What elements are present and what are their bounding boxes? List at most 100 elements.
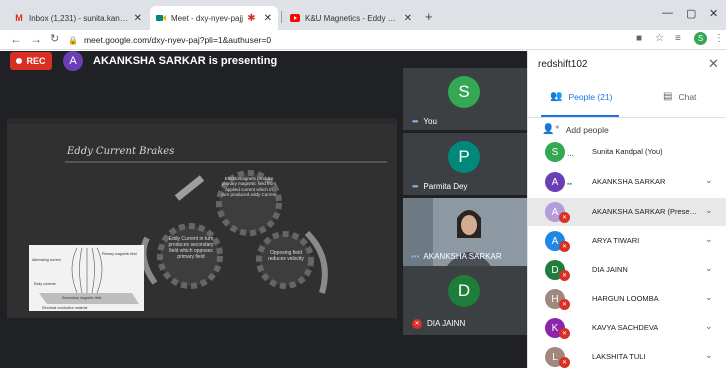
tab-people[interactable]: 👥 People (21) xyxy=(550,91,612,102)
url-text: meet.google.com/dxy-nyev-paj?pli=1&authu… xyxy=(83,35,272,45)
chevron-down-icon[interactable]: ⌄ xyxy=(705,205,713,216)
close-tab-icon[interactable]: ✕ xyxy=(264,13,272,24)
audio-level-icon: … xyxy=(567,151,574,158)
chevron-down-icon[interactable]: ⌄ xyxy=(705,175,713,186)
diagram-label-alternating: Alternating current xyxy=(32,258,61,262)
people-panel: redshift102 ✕ 👥 People (21) ▤ Chat 👤⁺ Ad… xyxy=(527,51,726,368)
participant-row[interactable]: D ✕ DIA JAINN ⌄ xyxy=(528,258,726,282)
avatar: P xyxy=(448,141,480,173)
recording-indicator-icon: ✱ xyxy=(247,12,256,24)
add-person-icon: 👤⁺ xyxy=(542,124,560,135)
meeting-code: redshift102 xyxy=(538,59,588,70)
tile-name: AKANKSHA SARKAR xyxy=(423,252,502,261)
mic-off-icon: ✕ xyxy=(559,328,570,339)
tab-label: Inbox (1,231) - sunita.kandpal@ xyxy=(29,13,130,23)
mic-off-icon: ✕ xyxy=(559,357,570,368)
participant-row[interactable]: L ✕ LAKSHITA TULI ⌄ xyxy=(528,345,726,368)
restore-button[interactable]: ▢ xyxy=(686,7,696,20)
diagram-label-eddy: Eddy currents xyxy=(34,282,56,286)
tile-name: You xyxy=(423,117,437,126)
chevron-down-icon[interactable]: ⌄ xyxy=(705,292,713,303)
mic-off-icon: ✕ xyxy=(559,270,570,281)
address-bar-row: ← → ↻ 🔒 meet.google.com/dxy-nyev-paj?pli… xyxy=(0,30,726,50)
tile-name: Parmita Dey xyxy=(423,182,468,191)
reload-icon[interactable]: ↻ xyxy=(50,32,59,45)
participant-name: HARGUN LOOMBA xyxy=(592,294,659,303)
participant-row[interactable]: A ✕ AKANKSHA SARKAR (Presenta... ⌄ xyxy=(528,198,726,226)
participant-name: KAVYA SACHDEVA xyxy=(592,323,659,332)
url-field[interactable]: 🔒 meet.google.com/dxy-nyev-paj?pli=1&aut… xyxy=(68,32,628,48)
chevron-down-icon[interactable]: ⌄ xyxy=(705,321,713,332)
participant-name: AKANKSHA SARKAR xyxy=(592,177,666,186)
audio-level-icon: ••• xyxy=(412,117,418,126)
participant-tile-you[interactable]: S ••• You xyxy=(403,68,527,130)
youtube-icon xyxy=(290,13,300,23)
diagram-label-conductor: Electrical conductive material xyxy=(42,306,88,310)
speaking-icon: ▪▪ xyxy=(567,181,572,188)
back-icon[interactable]: ← xyxy=(10,32,22,46)
close-panel-icon[interactable]: ✕ xyxy=(708,56,719,72)
recording-badge: REC xyxy=(10,52,52,70)
participant-tile-parmita[interactable]: P ••• Parmita Dey xyxy=(403,133,527,195)
meet-icon xyxy=(156,13,166,23)
close-window-button[interactable]: ✕ xyxy=(709,7,718,20)
screen: M Inbox (1,231) - sunita.kandpal@ ✕ Meet… xyxy=(0,0,726,368)
participant-name: Sunita Kandpal (You) xyxy=(592,147,663,156)
tab-divider xyxy=(281,11,282,23)
avatar: A xyxy=(545,172,565,192)
diagram-label-primary: Primary magnetic field xyxy=(102,252,137,256)
avatar: S xyxy=(448,76,480,108)
participant-row[interactable]: A ✕ ARYA TIWARI ⌄ xyxy=(528,229,726,253)
gear-text-top: Electromagnets produce primary magnetic … xyxy=(221,176,277,198)
tab-label: Meet - dxy-nyev-pajj xyxy=(171,13,244,23)
participant-row[interactable]: A ▪▪ AKANKSHA SARKAR ⌄ xyxy=(528,170,726,194)
presented-slide: Eddy Current Brakes Electromagnets produ… xyxy=(7,118,397,318)
avatar: D xyxy=(448,275,480,307)
profile-avatar[interactable]: S xyxy=(694,32,707,45)
camera-in-use-icon[interactable]: ■ xyxy=(636,33,642,44)
tab-youtube[interactable]: K&U Magnetics - Eddy Current D ✕ xyxy=(284,6,418,30)
gear-text-right: Opposing field reduces velocity xyxy=(268,250,304,262)
chevron-down-icon[interactable]: ⌄ xyxy=(705,263,713,274)
participant-name: AKANKSHA SARKAR (Presenta... xyxy=(592,207,700,216)
slide-title: Eddy Current Brakes xyxy=(66,146,174,157)
bookmark-star-icon[interactable]: ☆ xyxy=(655,33,664,44)
record-dot-icon xyxy=(16,58,23,64)
participant-row[interactable]: K ✕ KAVYA SACHDEVA ⌄ xyxy=(528,316,726,340)
add-people-button[interactable]: 👤⁺ Add people xyxy=(542,124,609,135)
participant-name: DIA JAINN xyxy=(592,265,628,274)
mic-off-icon: ✕ xyxy=(559,212,570,223)
extensions-icon[interactable]: ≡ xyxy=(675,33,681,44)
tile-name: DIA JAINN xyxy=(427,319,466,329)
tab-chat[interactable]: ▤ Chat xyxy=(663,91,696,102)
recording-label: REC xyxy=(26,56,46,66)
tab-gmail[interactable]: M Inbox (1,231) - sunita.kandpal@ ✕ xyxy=(8,6,148,30)
gear-text-left: Eddy Current in turn produces secondary … xyxy=(168,236,214,260)
close-tab-icon[interactable]: ✕ xyxy=(404,13,412,24)
forward-icon[interactable]: → xyxy=(30,32,42,46)
chevron-down-icon[interactable]: ⌄ xyxy=(705,350,713,361)
slide-canvas: Eddy Current Brakes Electromagnets produ… xyxy=(7,118,397,318)
audio-level-icon: ••• xyxy=(412,182,418,191)
chat-icon: ▤ xyxy=(663,91,673,102)
chrome-menu-icon[interactable]: ⋮ xyxy=(714,33,724,44)
mic-off-icon: ✕ xyxy=(559,241,570,252)
close-tab-icon[interactable]: ✕ xyxy=(134,13,142,24)
browser-tab-strip: M Inbox (1,231) - sunita.kandpal@ ✕ Meet… xyxy=(0,0,726,30)
participant-name: LAKSHITA TULI xyxy=(592,352,646,361)
mic-off-icon: ✕ xyxy=(559,299,570,310)
new-tab-button[interactable]: + xyxy=(425,9,433,24)
diagram-label-secondary: Secondary magnetic field xyxy=(62,296,101,300)
minimize-button[interactable]: — xyxy=(662,7,673,19)
participant-tile-akanksha-video[interactable]: ••• AKANKSHA SARKAR xyxy=(403,198,527,266)
presenter-avatar: A xyxy=(63,51,83,71)
chevron-down-icon[interactable]: ⌄ xyxy=(705,234,713,245)
participant-tile-dia[interactable]: D ✕ DIA JAINN xyxy=(403,265,527,335)
participant-row[interactable]: S … Sunita Kandpal (You) xyxy=(528,140,726,164)
participant-name: ARYA TIWARI xyxy=(592,236,640,245)
add-people-label: Add people xyxy=(565,124,609,135)
people-icon: 👥 xyxy=(550,91,563,102)
audio-level-icon: ••• xyxy=(411,252,420,261)
tab-meet[interactable]: Meet - dxy-nyev-pajj ✱ ✕ xyxy=(150,6,278,30)
participant-row[interactable]: H ✕ HARGUN LOOMBA ⌄ xyxy=(528,287,726,311)
